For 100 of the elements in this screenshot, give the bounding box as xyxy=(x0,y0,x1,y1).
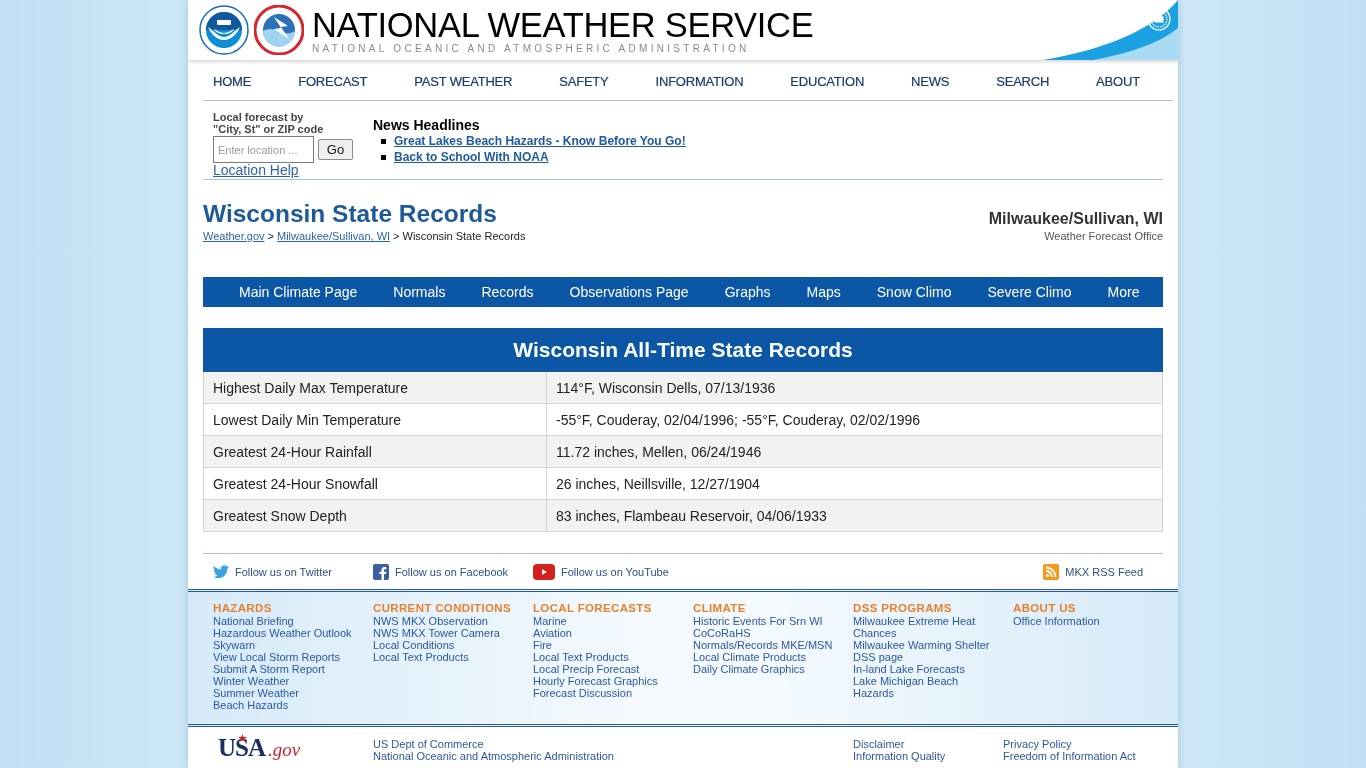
play-icon xyxy=(533,563,555,580)
page-title: Wisconsin State Records xyxy=(203,200,498,228)
record-value-cell: 26 inches, Neillsville, 12/27/1904 xyxy=(546,467,1163,500)
footer-link[interactable]: Beach Hazards xyxy=(213,699,289,711)
footer-link[interactable]: Local Text Products xyxy=(533,651,629,663)
footer-link[interactable]: Local Text Products xyxy=(373,651,469,663)
bird-emblem-icon[interactable] xyxy=(199,5,249,55)
footer-link[interactable]: Local Climate Products xyxy=(693,651,807,663)
breadcrumb-link[interactable]: Weather.gov xyxy=(203,230,265,242)
footer-link[interactable]: Lake Michigan Beach Hazards xyxy=(853,675,997,699)
record-value-cell: -55°F, Couderay, 02/04/1996; -55°F, Couderay, 02/02/1996 xyxy=(546,403,1163,436)
main-menu-link[interactable]: HOME xyxy=(213,73,252,89)
site-subtitle: NATIONAL OCEANIC AND ATMOSPHERIC ADMINISTRATION xyxy=(312,42,751,54)
breadcrumb-link[interactable]: Milwaukee/Sullivan, WI xyxy=(277,230,391,242)
headline-link[interactable]: Great Lakes Beach Hazards - Know Before You Go! xyxy=(394,134,686,148)
headlines-heading: News Headlines xyxy=(373,117,480,133)
social-link[interactable]: Follow us on Twitter xyxy=(213,563,332,580)
footer-link[interactable]: National Briefing xyxy=(213,615,294,627)
footer-link[interactable]: National Oceanic and Atmospheric Administration xyxy=(373,750,614,762)
footer-link[interactable]: Fire xyxy=(533,639,552,651)
main-menu-link[interactable]: SAFETY xyxy=(559,73,609,89)
footer-link[interactable]: Milwaukee Extreme Heat Chances xyxy=(853,615,997,639)
footer-link[interactable]: Marine xyxy=(533,615,567,627)
location-label: Local forecast by "City, St" or ZIP code xyxy=(213,111,324,135)
bullet-icon xyxy=(381,138,386,144)
climate-menu-link[interactable]: Records xyxy=(463,277,552,307)
social-link[interactable]: Follow us on YouTube xyxy=(533,563,669,580)
footer-link[interactable]: Skywarn xyxy=(213,639,256,651)
site-title: NATIONAL WEATHER SERVICE xyxy=(312,8,814,41)
footer-heading: DSS PROGRAMS xyxy=(853,601,952,615)
record-name-cell: Greatest Snow Depth xyxy=(203,499,547,532)
breadcrumb-separator: > xyxy=(393,230,400,242)
climate-menu-link[interactable]: Main Climate Page xyxy=(221,277,376,307)
bird-icon xyxy=(213,563,229,580)
main-menu-link[interactable]: EDUCATION xyxy=(790,73,865,89)
office-name: Milwaukee/Sullivan, WI xyxy=(988,209,1163,229)
footer-link[interactable]: Summer Weather xyxy=(213,687,299,699)
climate-menu-link[interactable]: Severe Climo xyxy=(969,277,1090,307)
facebook-icon xyxy=(373,563,389,580)
footer-heading: ABOUT US xyxy=(1013,601,1076,615)
footer-heading: CLIMATE xyxy=(693,601,746,615)
footer-link[interactable]: Forecast Discussion xyxy=(533,687,633,699)
footer-link[interactable]: Local Precip Forecast xyxy=(533,663,640,675)
lightning-emblem-icon[interactable] xyxy=(254,5,304,55)
climate-menu-link[interactable]: Graphs xyxy=(706,277,789,307)
footer-link[interactable]: View Local Storm Reports xyxy=(213,651,340,663)
main-menu-link[interactable]: SEARCH xyxy=(996,73,1050,89)
footer-link[interactable]: Freedom of Information Act xyxy=(1003,750,1136,762)
footer-link[interactable]: Local Conditions xyxy=(373,639,455,651)
record-name-cell: Lowest Daily Min Temperature xyxy=(203,403,547,436)
footer-link[interactable]: In-land Lake Forecasts xyxy=(853,663,965,675)
footer-heading: LOCAL FORECASTS xyxy=(533,601,652,615)
bullet-icon xyxy=(381,154,386,160)
footer-link[interactable]: NWS MKX Tower Camera xyxy=(373,627,500,639)
footer-link[interactable]: Hazardous Weather Outlook xyxy=(213,627,352,639)
main-menu-link[interactable]: INFORMATION xyxy=(655,73,744,89)
footer-link[interactable]: Winter Weather xyxy=(213,675,290,687)
footer-link[interactable]: Hourly Forecast Graphics xyxy=(533,675,658,687)
headline-link[interactable]: Back to School With NOAA xyxy=(394,150,549,164)
breadcrumb-current: Wisconsin State Records xyxy=(402,230,526,242)
record-value-cell: 114°F, Wisconsin Dells, 07/13/1936 xyxy=(546,371,1163,404)
climate-menu-link[interactable]: More xyxy=(1089,277,1158,307)
main-menu-link[interactable]: PAST WEATHER xyxy=(414,73,513,89)
location-input[interactable]: Enter location ... xyxy=(213,136,314,163)
climate-menu-link[interactable]: Observations Page xyxy=(551,277,707,307)
breadcrumb-separator: > xyxy=(267,230,274,242)
usa-gov-logo[interactable]: USA.gov xyxy=(213,734,373,762)
footer-link[interactable]: Office Information xyxy=(1013,615,1100,627)
record-name-cell: Greatest 24-Hour Rainfall xyxy=(203,435,547,468)
footer-link[interactable]: Daily Climate Graphics xyxy=(693,663,805,675)
footer-link[interactable]: US Dept of Commerce xyxy=(373,738,484,750)
footer-link[interactable]: Aviation xyxy=(533,627,572,639)
footer-link[interactable]: DSS page xyxy=(853,651,904,663)
go-button[interactable]: Go xyxy=(318,139,353,160)
footer-heading: CURRENT CONDITIONS xyxy=(373,601,511,615)
social-link[interactable]: Follow us on Facebook xyxy=(373,563,509,580)
climate-menu-link[interactable]: Normals xyxy=(375,277,464,307)
footer-link[interactable]: Submit A Storm Report xyxy=(213,663,325,675)
footer-link[interactable]: CoCoRaHS xyxy=(693,627,751,639)
rss-icon xyxy=(1043,563,1060,580)
main-menu-link[interactable]: ABOUT xyxy=(1096,73,1140,89)
footer-link[interactable]: Milwaukee Warming Shelter xyxy=(853,639,990,651)
office-type: Weather Forecast Office xyxy=(1043,230,1163,242)
main-menu-link[interactable]: FORECAST xyxy=(298,73,368,89)
footer-link[interactable]: Disclaimer xyxy=(853,738,905,750)
record-name-cell: Greatest 24-Hour Snowfall xyxy=(203,467,547,500)
social-link[interactable]: MKX RSS Feed xyxy=(1043,563,1143,580)
record-value-cell: 83 inches, Flambeau Reservoir, 04/06/1933 xyxy=(546,499,1163,532)
footer-link[interactable]: Privacy Policy xyxy=(1003,738,1072,750)
main-menu-link[interactable]: NEWS xyxy=(911,73,950,89)
footer-heading: HAZARDS xyxy=(213,601,272,615)
footer-link[interactable]: Normals/Records MKE/MSN xyxy=(693,639,833,651)
record-value-cell: 11.72 inches, Mellen, 06/24/1946 xyxy=(546,435,1163,468)
table-title: Wisconsin All-Time State Records xyxy=(203,328,1163,372)
footer-link[interactable]: Historic Events For Srn WI xyxy=(693,615,823,627)
location-help-link[interactable]: Location Help xyxy=(213,163,299,178)
footer-link[interactable]: NWS MKX Observation xyxy=(373,615,488,627)
climate-menu-link[interactable]: Snow Climo xyxy=(858,277,970,307)
climate-menu-link[interactable]: Maps xyxy=(788,277,859,307)
footer-link[interactable]: Information Quality xyxy=(853,750,946,762)
